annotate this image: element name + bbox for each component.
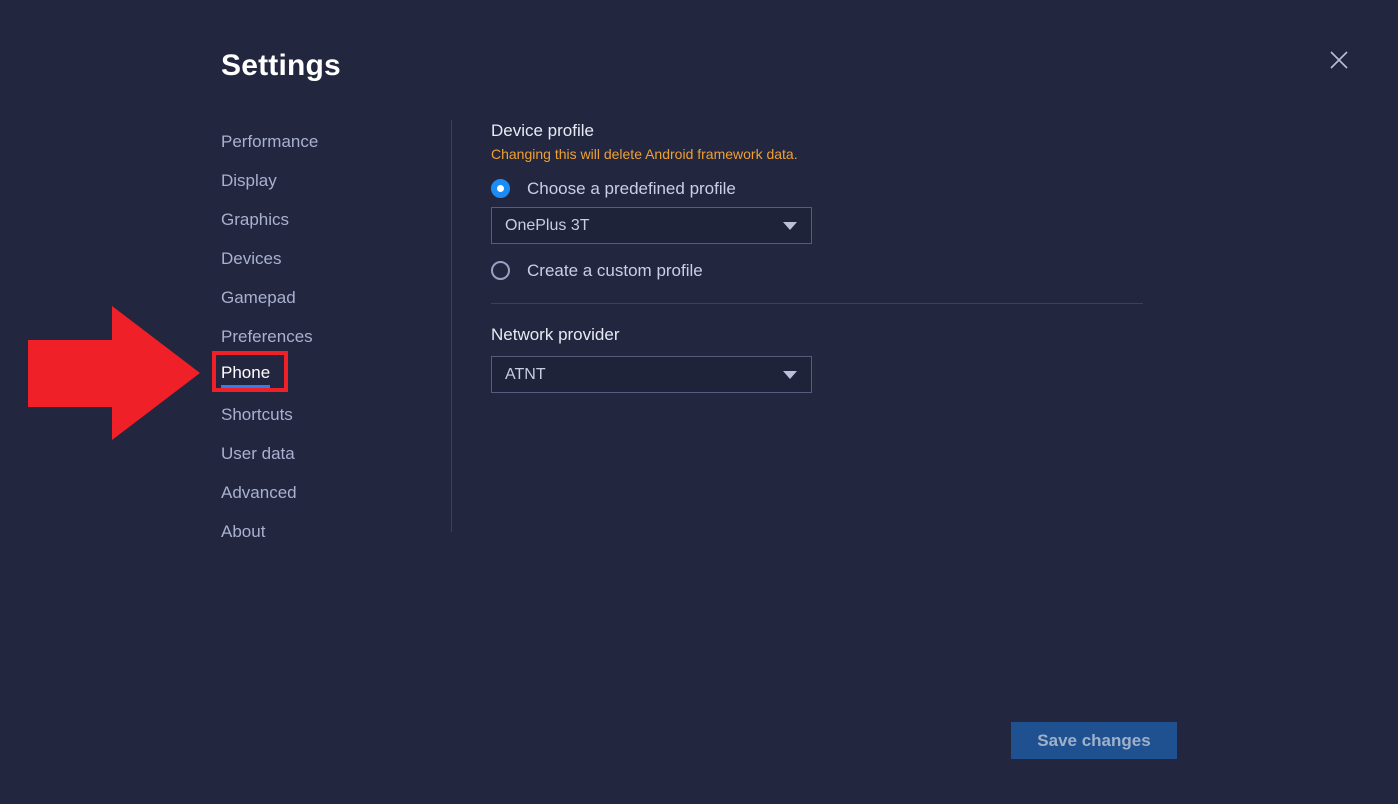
radio-icon-unselected — [491, 261, 510, 280]
sidebar-item-label: Advanced — [221, 484, 297, 501]
device-profile-warning-text: Changing this will delete Android framew… — [491, 146, 798, 162]
radio-create-custom-profile[interactable]: Create a custom profile — [491, 261, 703, 280]
network-provider-select[interactable]: ATNT — [491, 356, 812, 393]
close-icon — [1329, 50, 1349, 70]
sidebar-item-label: Phone — [221, 364, 270, 388]
device-profile-select-value: OnePlus 3T — [505, 218, 783, 234]
sidebar-item-label: User data — [221, 445, 295, 462]
sidebar-item-devices[interactable]: Devices — [221, 239, 431, 278]
radio-choose-predefined-profile[interactable]: Choose a predefined profile — [491, 179, 736, 198]
chevron-down-icon — [783, 222, 797, 230]
sidebar-item-label: Graphics — [221, 211, 289, 228]
sidebar-item-gamepad[interactable]: Gamepad — [221, 278, 431, 317]
page-title: Settings — [221, 49, 341, 83]
settings-sidebar: Performance Display Graphics Devices Gamepad… — [221, 122, 431, 551]
section-divider — [491, 303, 1143, 304]
sidebar-item-preferences[interactable]: Preferences — [221, 317, 431, 356]
device-profile-heading: Device profile — [491, 121, 594, 141]
sidebar-item-label: Preferences — [221, 328, 313, 345]
sidebar-item-graphics[interactable]: Graphics — [221, 200, 431, 239]
radio-label: Choose a predefined profile — [527, 180, 736, 197]
sidebar-item-user-data[interactable]: User data — [221, 434, 431, 473]
sidebar-item-label: Devices — [221, 250, 281, 267]
chevron-down-icon — [783, 371, 797, 379]
network-provider-heading: Network provider — [491, 325, 620, 345]
sidebar-item-advanced[interactable]: Advanced — [221, 473, 431, 512]
sidebar-item-shortcuts[interactable]: Shortcuts — [221, 395, 431, 434]
sidebar-item-performance[interactable]: Performance — [221, 122, 431, 161]
sidebar-item-label: Display — [221, 172, 277, 189]
sidebar-item-label: Gamepad — [221, 289, 296, 306]
sidebar-item-display[interactable]: Display — [221, 161, 431, 200]
radio-label: Create a custom profile — [527, 262, 703, 279]
sidebar-item-about[interactable]: About — [221, 512, 431, 551]
close-button[interactable] — [1323, 44, 1355, 76]
network-provider-select-value: ATNT — [505, 367, 783, 383]
radio-icon-selected — [491, 179, 510, 198]
sidebar-item-label: Performance — [221, 133, 318, 150]
sidebar-item-label: About — [221, 523, 265, 540]
save-changes-button[interactable]: Save changes — [1011, 722, 1177, 759]
sidebar-item-label: Shortcuts — [221, 406, 293, 423]
device-profile-select[interactable]: OnePlus 3T — [491, 207, 812, 244]
sidebar-divider — [451, 120, 452, 532]
sidebar-item-phone[interactable]: Phone — [221, 356, 431, 395]
red-arrow-annotation — [28, 306, 200, 440]
